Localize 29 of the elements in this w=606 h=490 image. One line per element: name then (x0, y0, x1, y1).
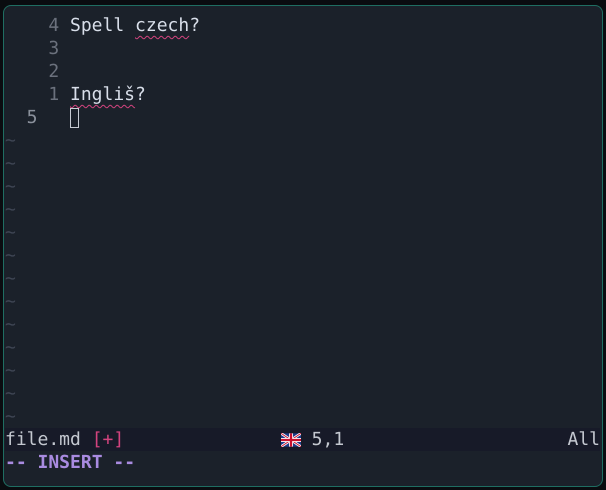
scroll-position: All (568, 428, 600, 451)
empty-line-marker: ~ (5, 267, 16, 290)
line-text: Spell (70, 14, 126, 37)
misspelled-word: czech (135, 14, 190, 37)
empty-line-marker: ~ (5, 405, 16, 428)
line-number: 2 (47, 60, 60, 83)
empty-line-marker: ~ (5, 129, 16, 152)
mode-indicator: -- INSERT -- (5, 452, 136, 473)
line-number: 1 (47, 83, 60, 106)
empty-line-marker: ~ (5, 152, 16, 175)
empty-line-marker: ~ (5, 221, 16, 244)
empty-line-marker: ~ (5, 244, 16, 267)
empty-line-marker: ~ (5, 359, 16, 382)
line-text: ? (135, 83, 146, 106)
modified-indicator: [+] (92, 428, 124, 451)
empty-line-marker: ~ (5, 198, 16, 221)
empty-line-marker: ~ (5, 336, 16, 359)
cursor-position: 5,1 (312, 428, 344, 451)
empty-line-marker: ~ (5, 382, 16, 405)
misspelled-word: Ingliš (70, 83, 136, 106)
empty-line-marker: ~ (5, 175, 16, 198)
line-number: 4 (47, 14, 60, 37)
empty-line-marker: ~ (5, 290, 16, 313)
file-name: file.md (5, 428, 81, 451)
flag-icon (280, 432, 301, 446)
line-number: 5 (26, 106, 39, 129)
line-number: 3 (47, 37, 60, 60)
line-text: ? (189, 14, 200, 37)
empty-line-marker: ~ (5, 313, 16, 336)
